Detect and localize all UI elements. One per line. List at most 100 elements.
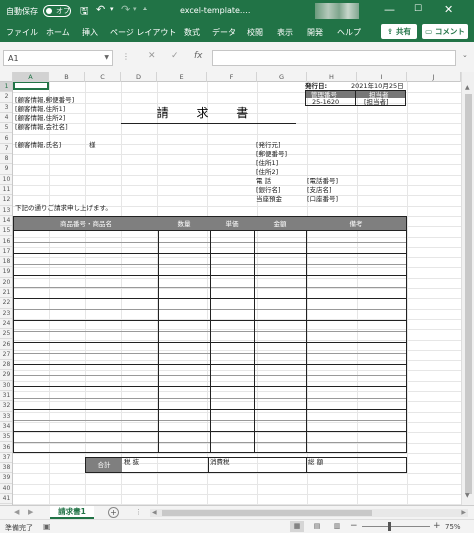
column-header-a[interactable]: A — [13, 72, 49, 82]
row-header[interactable]: 31 — [0, 391, 12, 402]
row-header[interactable]: 14 — [0, 216, 12, 227]
row-header[interactable]: 35 — [0, 432, 12, 443]
column-header-f[interactable]: F — [207, 72, 257, 82]
row-header[interactable]: 19 — [0, 267, 12, 278]
tab-home[interactable]: ホーム — [46, 27, 70, 38]
row-header[interactable]: 25 — [0, 329, 12, 340]
row-header[interactable]: 30 — [0, 381, 12, 391]
cancel-entry-icon[interactable]: ✕ — [148, 51, 156, 61]
row-header[interactable]: 28 — [0, 360, 12, 371]
row-header[interactable]: 36 — [0, 443, 12, 453]
row-header[interactable]: 34 — [0, 422, 12, 433]
redo-dropdown-icon[interactable]: ▾ — [133, 5, 137, 13]
expand-formula-bar-icon[interactable]: ⌄ — [462, 51, 468, 59]
confirm-entry-icon[interactable]: ✓ — [171, 51, 179, 61]
column-header-c[interactable]: C — [85, 72, 121, 82]
name-box-dropdown-icon[interactable]: ▼ — [104, 54, 109, 61]
row-header[interactable]: 10 — [0, 175, 12, 185]
column-header-d[interactable]: D — [121, 72, 157, 82]
add-sheet-icon[interactable]: + — [108, 507, 119, 518]
row-header[interactable]: 24 — [0, 319, 12, 330]
customize-quick-access-icon[interactable]: ⩡ — [143, 5, 147, 14]
row-header[interactable]: 11 — [0, 185, 12, 196]
undo-dropdown-icon[interactable]: ▾ — [110, 5, 114, 13]
row-header[interactable]: 38 — [0, 463, 12, 474]
page-layout-view-icon[interactable]: ▤ — [310, 521, 324, 532]
row-header[interactable]: 6 — [0, 134, 12, 144]
scroll-left-icon[interactable]: ◀ — [152, 509, 157, 516]
row-header[interactable]: 39 — [0, 473, 12, 484]
row-header[interactable]: 37 — [0, 453, 12, 464]
row-header[interactable]: 9 — [0, 164, 12, 175]
row-header[interactable]: 23 — [0, 309, 12, 319]
tab-formulas[interactable]: 数式 — [184, 27, 200, 38]
next-sheet-icon[interactable]: ▶ — [28, 508, 33, 516]
minimize-icon[interactable]: — — [384, 3, 395, 16]
items-table-body[interactable] — [13, 231, 407, 453]
close-icon[interactable]: ✕ — [444, 3, 453, 16]
row-header[interactable]: 3 — [0, 103, 12, 113]
row-header[interactable]: 41 — [0, 494, 12, 505]
scroll-down-icon[interactable]: ▼ — [465, 492, 470, 499]
tab-review[interactable]: 校閲 — [247, 27, 263, 38]
row-header[interactable]: 15 — [0, 226, 12, 237]
share-button[interactable]: ⇪ 共有 — [381, 24, 417, 39]
macro-record-icon[interactable]: ▣ — [43, 522, 51, 531]
formula-bar-grip-icon[interactable]: ⋮ — [122, 52, 130, 61]
name-box[interactable]: A1 ▼ — [3, 50, 113, 66]
redo-icon[interactable]: ↷ — [121, 3, 130, 16]
maximize-icon[interactable]: ☐ — [414, 4, 422, 14]
row-header[interactable]: 32 — [0, 401, 12, 412]
autosave-toggle[interactable]: オフ — [43, 5, 71, 17]
row-header[interactable]: 12 — [0, 195, 12, 206]
zoom-slider-thumb[interactable] — [388, 522, 391, 531]
account-area[interactable] — [315, 3, 359, 19]
comment-button[interactable]: ▭ コメント — [422, 24, 468, 39]
row-header[interactable]: 22 — [0, 298, 12, 309]
column-header-h[interactable]: H — [307, 72, 357, 82]
scroll-up-icon[interactable]: ▲ — [465, 84, 470, 91]
row-header[interactable]: 16 — [0, 237, 12, 247]
row-header[interactable]: 5 — [0, 123, 12, 134]
tab-insert[interactable]: 挿入 — [82, 27, 98, 38]
zoom-out-icon[interactable]: − — [350, 521, 358, 531]
row-header[interactable]: 40 — [0, 484, 12, 494]
column-header-g[interactable]: G — [257, 72, 307, 82]
row-header[interactable]: 4 — [0, 113, 12, 124]
normal-view-icon[interactable]: ▦ — [290, 521, 304, 532]
save-icon[interactable]: 🖫 — [80, 4, 89, 21]
row-header[interactable]: 18 — [0, 257, 12, 268]
horizontal-scroll-thumb[interactable] — [162, 510, 372, 516]
column-header-e[interactable]: E — [157, 72, 207, 82]
undo-icon[interactable]: ↶ — [96, 3, 105, 16]
sheet-tab-1[interactable]: 請求書1 — [50, 506, 94, 519]
row-header[interactable]: 13 — [0, 206, 12, 216]
tab-help[interactable]: ヘルプ — [337, 27, 361, 38]
vertical-scrollbar[interactable]: ▲ ▼ — [461, 72, 474, 505]
zoom-slider[interactable] — [362, 522, 430, 531]
tab-view[interactable]: 表示 — [277, 27, 293, 38]
row-header[interactable]: 29 — [0, 370, 12, 381]
row-header[interactable]: 26 — [0, 340, 12, 350]
select-all-corner[interactable] — [0, 72, 13, 82]
column-header-b[interactable]: B — [49, 72, 85, 82]
vertical-scroll-thumb[interactable] — [465, 94, 472, 494]
horizontal-scrollbar[interactable]: ◀ ▶ — [150, 509, 468, 517]
tab-file[interactable]: ファイル — [6, 27, 38, 38]
zoom-in-icon[interactable]: + — [433, 521, 441, 531]
row-header[interactable]: 17 — [0, 247, 12, 258]
tab-options-icon[interactable]: ⋮ — [135, 508, 142, 516]
column-header-i[interactable]: I — [357, 72, 407, 82]
row-header[interactable]: 20 — [0, 278, 12, 288]
page-break-view-icon[interactable]: ▥ — [330, 521, 344, 532]
tab-developer[interactable]: 開発 — [307, 27, 323, 38]
zoom-level[interactable]: 75% — [445, 523, 461, 531]
tab-page-layout[interactable]: ページ レイアウト — [110, 27, 176, 38]
insert-function-icon[interactable]: fx — [194, 51, 203, 61]
column-header-j[interactable]: J — [407, 72, 461, 82]
row-header[interactable]: 27 — [0, 350, 12, 361]
row-header[interactable]: 2 — [0, 92, 12, 103]
row-header[interactable]: 7 — [0, 144, 12, 155]
active-cell-a1[interactable] — [13, 82, 49, 90]
row-header[interactable]: 8 — [0, 154, 12, 165]
